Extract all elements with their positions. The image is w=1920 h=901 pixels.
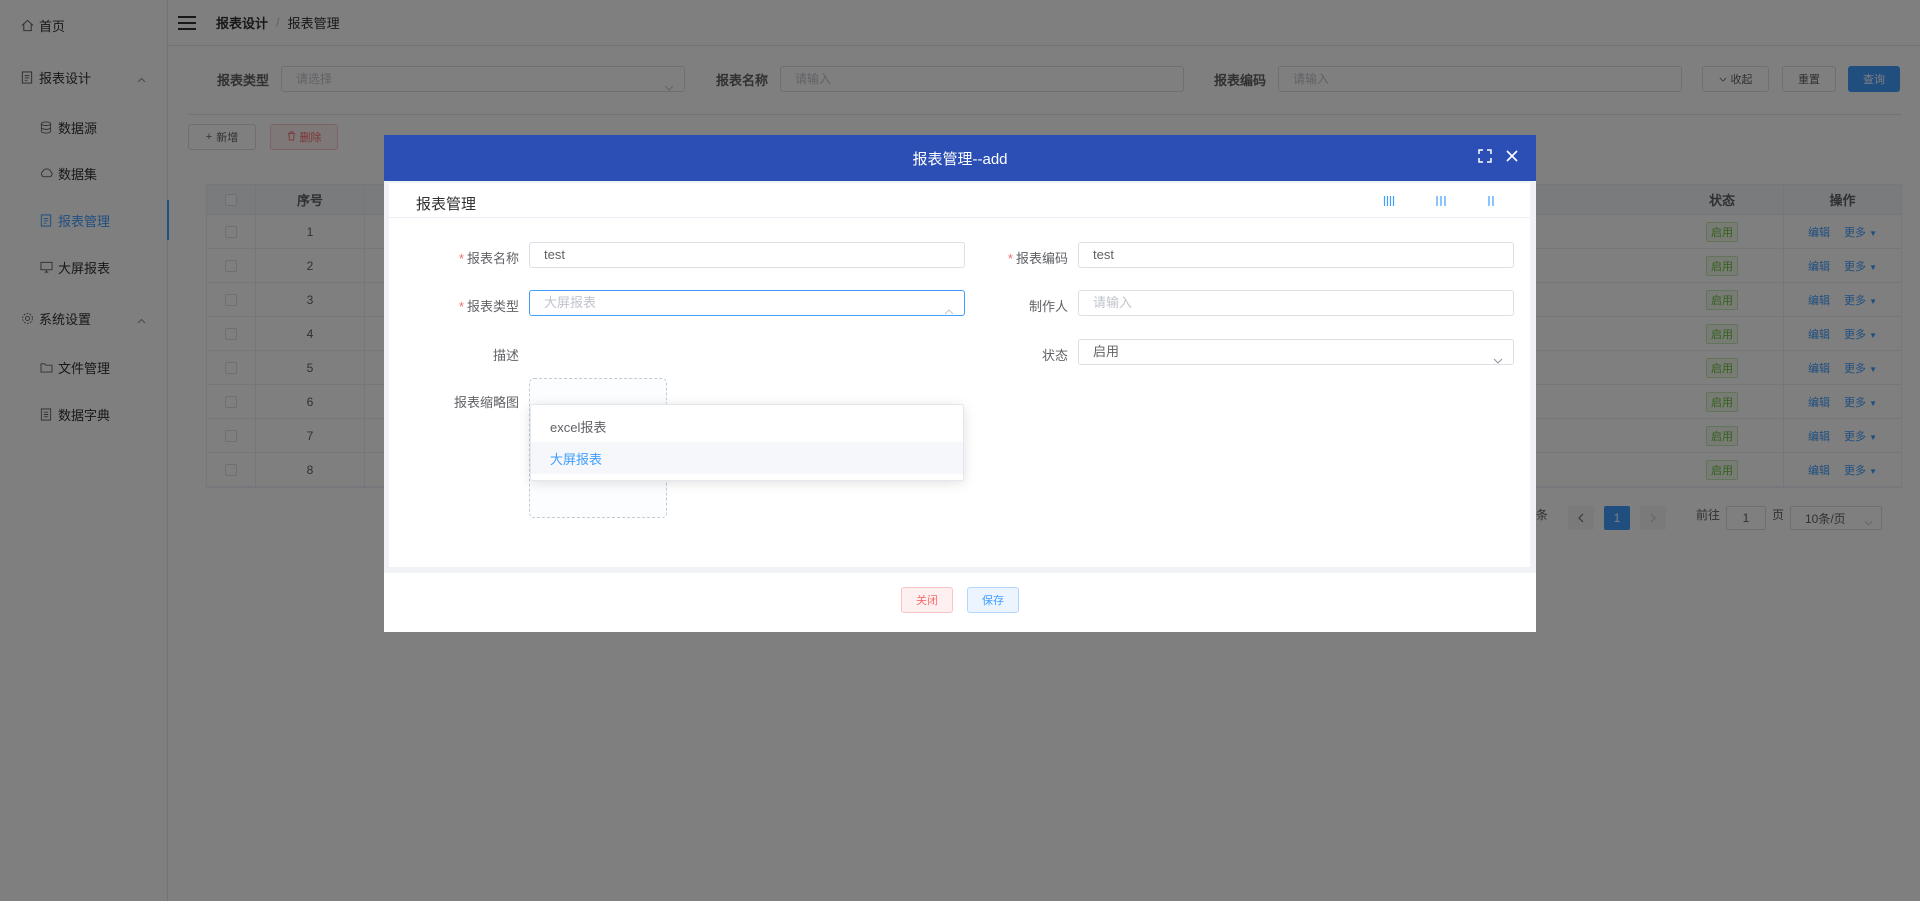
dialog-header: 报表管理--add [384, 135, 1536, 181]
label-text: 报表编码 [1015, 251, 1068, 266]
layout-two-columns-icon[interactable] [1487, 195, 1495, 210]
dropdown-option-selected[interactable]: 大屏报表 [531, 442, 963, 474]
report-code-label: * 报表编码 [968, 248, 1068, 267]
report-dialog: 报表管理--add 报表管理 * 报表名称 test * 报表编码 test *… [384, 135, 1536, 632]
status-label: 状态 [1041, 348, 1068, 363]
label-text: 报表名称 [466, 251, 519, 266]
author-label: 制作人 [1028, 299, 1068, 314]
report-code-field[interactable]: test [1078, 242, 1514, 268]
report-type-select[interactable]: 大屏报表 [529, 290, 965, 316]
panel-divider [389, 217, 1530, 218]
select-placeholder: 大屏报表 [544, 295, 597, 310]
report-type-label: * 报表类型 [419, 296, 519, 315]
dropdown-option[interactable]: excel报表 [531, 410, 963, 442]
chevron-down-icon [1493, 348, 1503, 372]
select-value: 启用 [1093, 344, 1120, 359]
required-mark: * [458, 299, 464, 314]
layout-three-columns-icon[interactable] [1435, 195, 1447, 210]
status-select[interactable]: 启用 [1078, 339, 1514, 365]
author-field[interactable]: 请输入 [1078, 290, 1514, 316]
label-text: 报表类型 [466, 299, 519, 314]
dialog-title: 报表管理--add [912, 150, 1008, 168]
form-panel: 报表管理 * 报表名称 test * 报表编码 test * 报表类型 大屏报表 制作… [389, 183, 1530, 567]
close-icon[interactable] [1506, 149, 1518, 167]
save-button[interactable]: 保存 [967, 587, 1019, 613]
panel-title: 报表管理 [416, 196, 477, 213]
required-mark: * [458, 251, 464, 266]
description-label: 描述 [492, 348, 519, 363]
report-name-label: * 报表名称 [419, 248, 519, 267]
close-button[interactable]: 关闭 [901, 587, 953, 613]
thumbnail-label: 报表缩略图 [453, 395, 519, 410]
fullscreen-icon[interactable] [1478, 149, 1492, 167]
report-name-field[interactable]: test [529, 242, 965, 268]
layout-four-columns-icon[interactable] [1383, 195, 1395, 210]
required-mark: * [1007, 251, 1013, 266]
report-type-dropdown: excel报表 大屏报表 [530, 404, 964, 481]
chevron-up-icon [944, 299, 954, 323]
dialog-footer [384, 573, 1536, 632]
